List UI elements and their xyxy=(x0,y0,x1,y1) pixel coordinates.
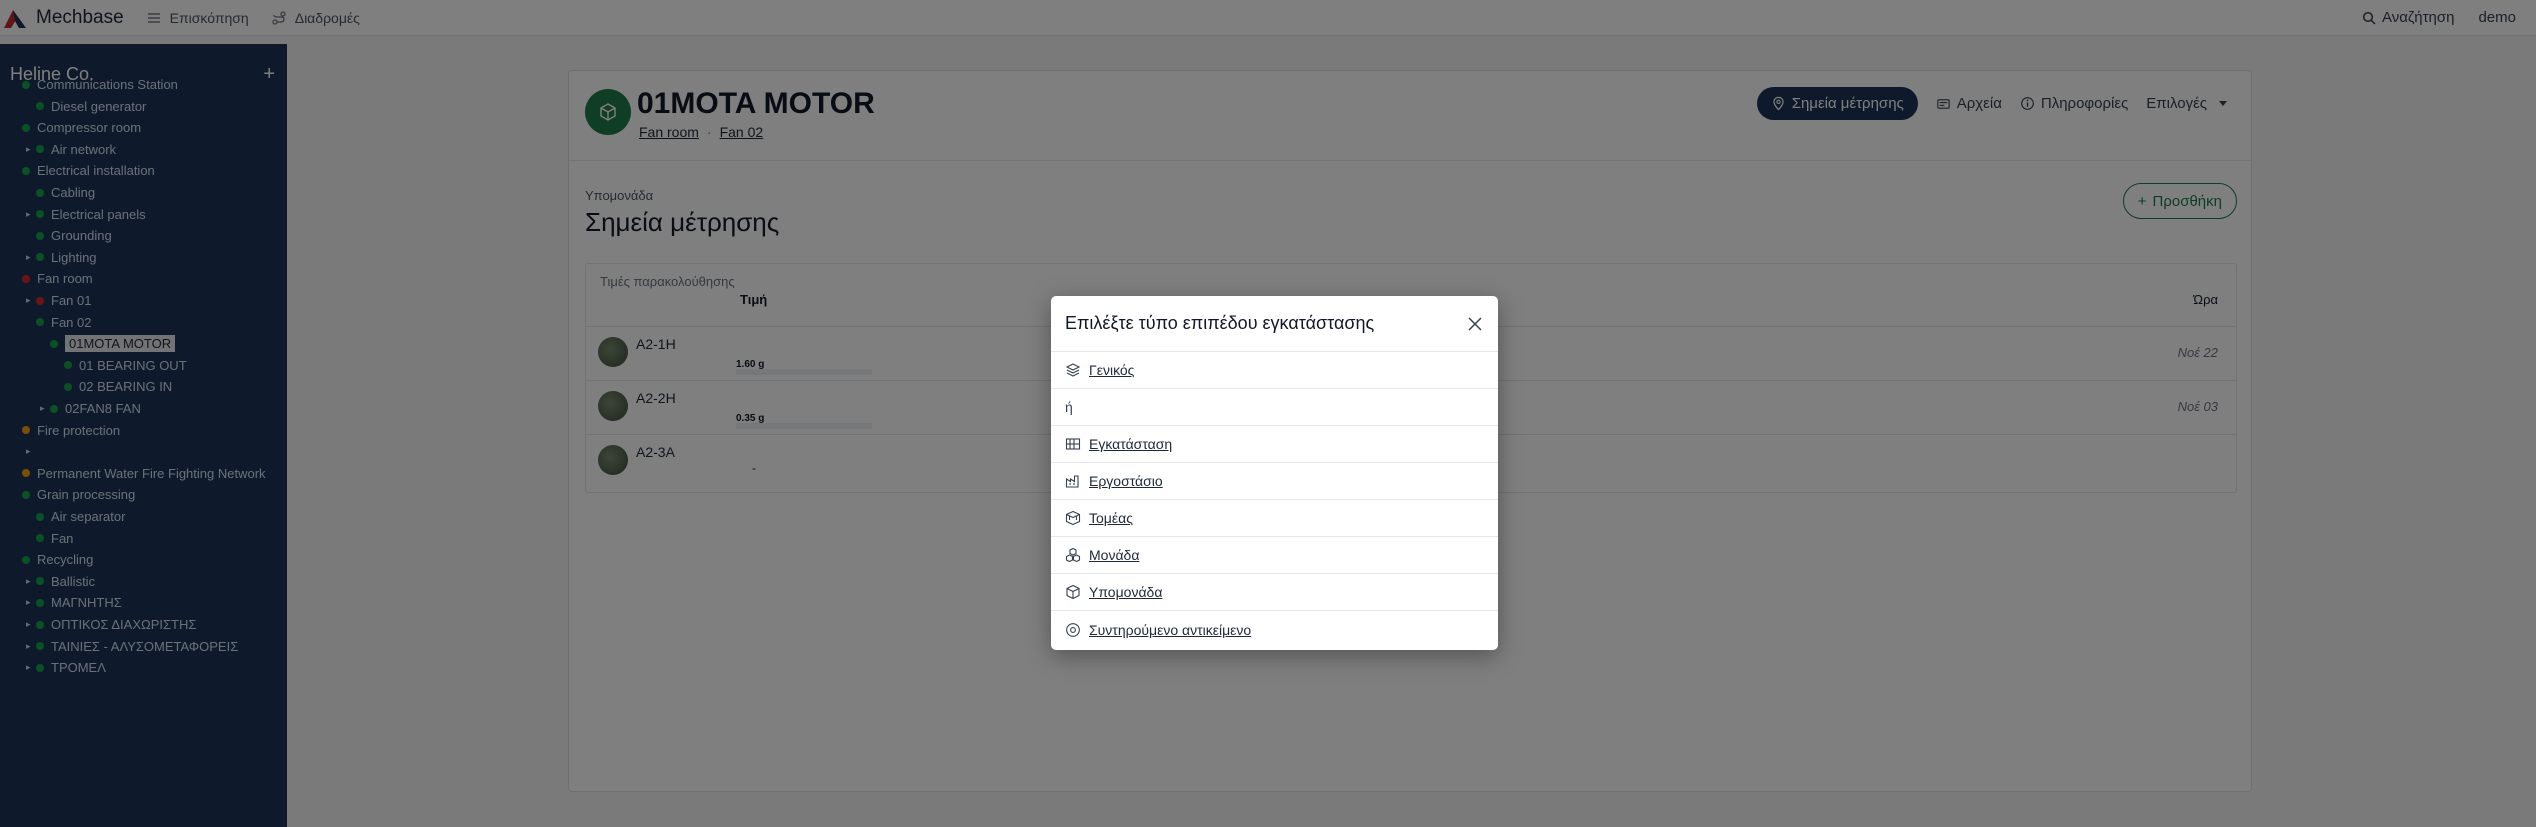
option-installation[interactable]: Εγκατάσταση xyxy=(1051,426,1498,463)
option-unit[interactable]: Μονάδα xyxy=(1051,537,1498,574)
option-sector[interactable]: Τομέας xyxy=(1051,500,1498,537)
option-factory[interactable]: Εργοστάσιο xyxy=(1051,463,1498,500)
modal-title: Επιλέξτε τύπο επιπέδου εγκατάστασης xyxy=(1065,313,1375,333)
option-general-link[interactable]: Γενικός xyxy=(1089,362,1134,378)
option-unit-link[interactable]: Μονάδα xyxy=(1089,547,1139,563)
option-general[interactable]: Γενικός xyxy=(1051,352,1498,389)
factory-icon xyxy=(1065,475,1079,488)
sector-icon xyxy=(1065,510,1081,526)
option-subunit-link[interactable]: Υπομονάδα xyxy=(1089,584,1162,600)
or-divider: ή xyxy=(1051,389,1498,426)
option-maintained-object[interactable]: Συντηρούμενο αντικείμενο xyxy=(1051,611,1498,648)
option-sector-link[interactable]: Τομέας xyxy=(1089,510,1133,526)
installation-icon xyxy=(1065,438,1081,450)
option-installation-link[interactable]: Εγκατάσταση xyxy=(1089,436,1172,452)
layers-icon xyxy=(1065,363,1081,377)
option-maintained-object-link[interactable]: Συντηρούμενο αντικείμενο xyxy=(1089,622,1251,638)
option-factory-link[interactable]: Εργοστάσιο xyxy=(1089,473,1163,489)
maintained-object-icon xyxy=(1066,622,1080,637)
close-icon[interactable] xyxy=(1466,315,1484,333)
subunit-icon xyxy=(1066,584,1080,600)
or-label: ή xyxy=(1065,399,1073,415)
option-subunit[interactable]: Υπομονάδα xyxy=(1051,574,1498,611)
unit-icon xyxy=(1065,547,1081,563)
level-type-modal: Επιλέξτε τύπο επιπέδου εγκατάστασης Γενι… xyxy=(1051,296,1498,650)
